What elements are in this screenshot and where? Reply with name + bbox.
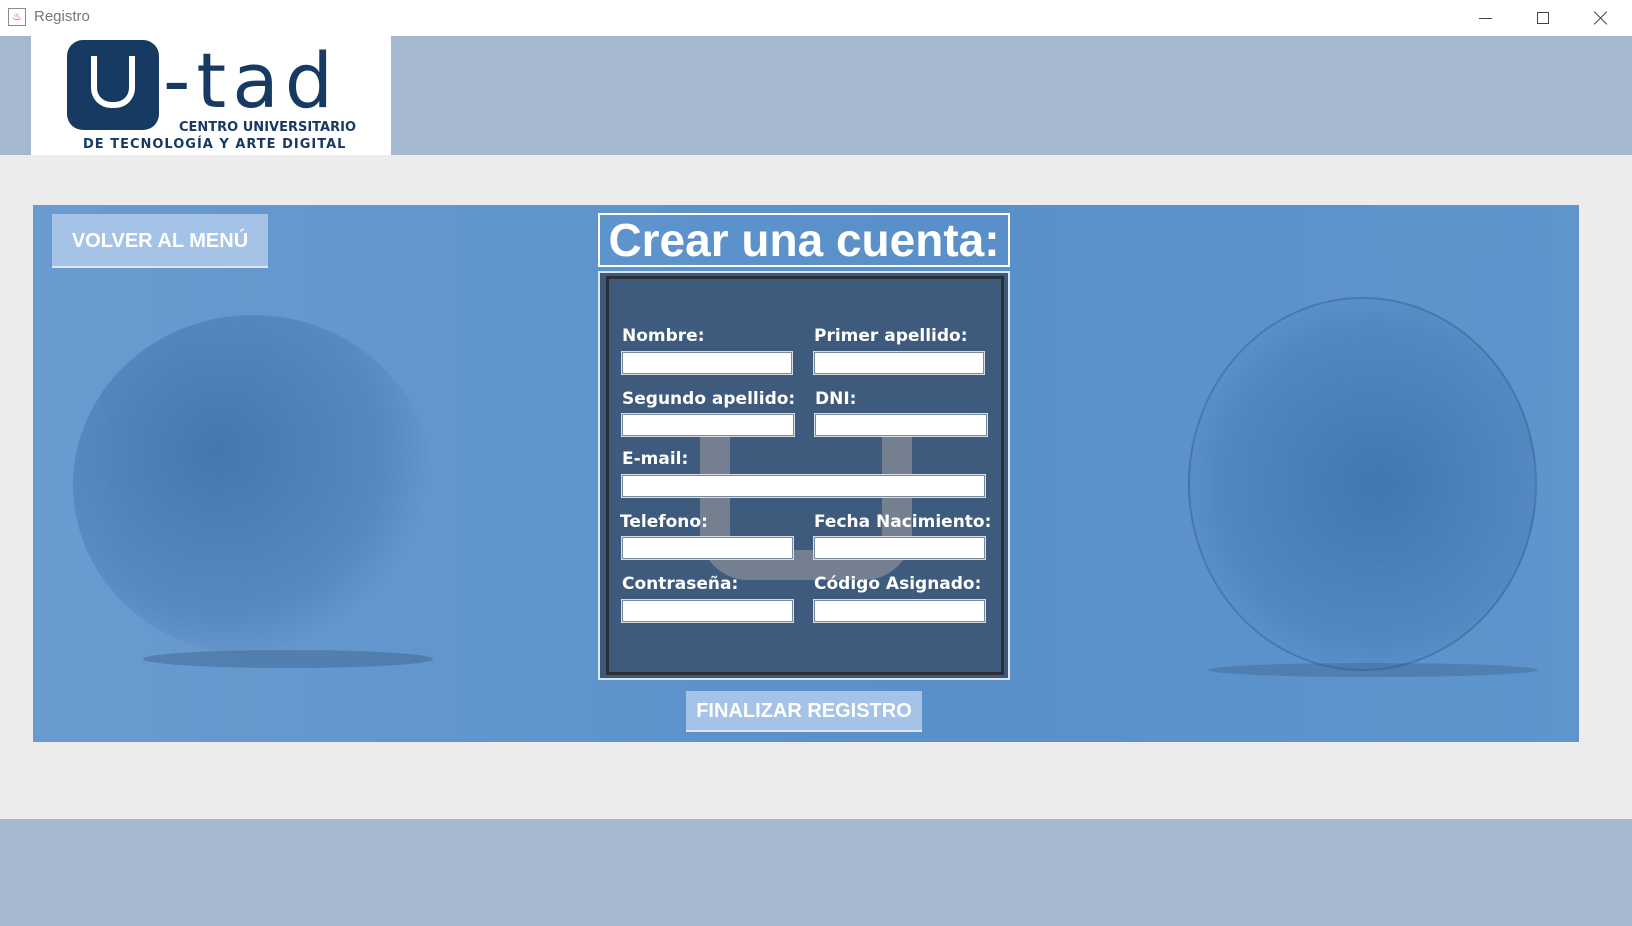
logo-wordmark: -tad bbox=[163, 36, 340, 125]
finish-registration-button[interactable]: FINALIZAR REGISTRO bbox=[686, 691, 922, 732]
fecha-nacimiento-label: Fecha Nacimiento: bbox=[814, 512, 992, 532]
close-button[interactable] bbox=[1572, 0, 1630, 36]
logo-subtitle-1: CENTRO UNIVERSITARIO bbox=[179, 120, 356, 135]
logo-u-mark bbox=[67, 40, 159, 130]
maximize-button[interactable] bbox=[1514, 0, 1572, 36]
back-to-menu-button[interactable]: VOLVER AL MENÚ bbox=[52, 214, 268, 268]
dni-label: DNI: bbox=[815, 389, 857, 409]
minimize-icon bbox=[1478, 17, 1492, 19]
telefono-label: Telefono: bbox=[620, 512, 708, 532]
email-field[interactable] bbox=[621, 474, 986, 498]
segundo-apellido-field[interactable] bbox=[621, 413, 795, 437]
primer-apellido-label: Primer apellido: bbox=[814, 326, 968, 346]
maximize-icon bbox=[1537, 12, 1549, 24]
java-icon: ♨ bbox=[8, 8, 26, 26]
codigo-asignado-label: Código Asignado: bbox=[814, 574, 982, 594]
globe-right-image bbox=[1188, 297, 1537, 671]
codigo-asignado-field[interactable] bbox=[813, 599, 986, 623]
page-title: Crear una cuenta: bbox=[598, 213, 1010, 267]
password-field[interactable] bbox=[621, 599, 794, 623]
window-title: Registro bbox=[34, 8, 90, 25]
minimize-button[interactable] bbox=[1456, 0, 1514, 36]
utad-logo: -tad CENTRO UNIVERSITARIO DE TECNOLOGÍA … bbox=[31, 36, 391, 155]
footer-band bbox=[0, 819, 1632, 926]
email-label: E-mail: bbox=[622, 449, 689, 469]
segundo-apellido-label: Segundo apellido: bbox=[622, 389, 796, 409]
globe-left-image bbox=[73, 315, 433, 655]
primer-apellido-field[interactable] bbox=[813, 351, 985, 375]
window-titlebar: ♨ Registro bbox=[0, 0, 1632, 36]
telefono-field[interactable] bbox=[621, 536, 794, 560]
fecha-nacimiento-field[interactable] bbox=[813, 536, 986, 560]
logo-subtitle-2: DE TECNOLOGÍA Y ARTE DIGITAL bbox=[83, 137, 347, 152]
dni-field[interactable] bbox=[814, 413, 988, 437]
nombre-label: Nombre: bbox=[622, 326, 705, 346]
nombre-field[interactable] bbox=[621, 351, 793, 375]
contrasena-label: Contraseña: bbox=[622, 574, 739, 594]
close-icon bbox=[1594, 11, 1608, 25]
